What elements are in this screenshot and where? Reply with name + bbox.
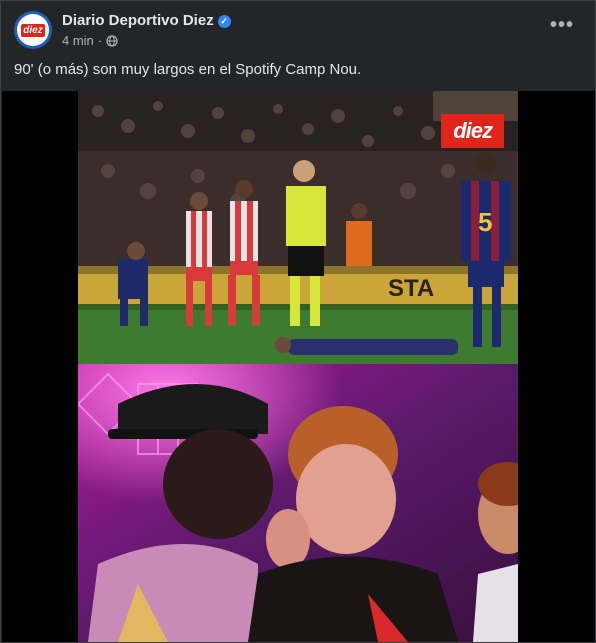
post-card: diez Diario Deportivo Diez ✓ 4 min · ••• … xyxy=(0,0,596,643)
match-photo: STA 5 diez xyxy=(78,91,518,364)
avatar-logo: diez xyxy=(21,23,45,37)
post-caption: 90' (o más) son muy largos en el Spotify… xyxy=(14,61,362,78)
post-timestamp[interactable]: 4 min xyxy=(62,33,94,49)
verified-badge-icon: ✓ xyxy=(217,14,231,28)
globe-icon[interactable] xyxy=(106,35,118,47)
meta-separator: · xyxy=(97,33,103,48)
diez-logo-badge: diez xyxy=(441,114,504,148)
more-options-icon[interactable]: ••• xyxy=(545,15,579,43)
svg-text:5: 5 xyxy=(478,207,492,237)
svg-text:STA: STA xyxy=(388,275,434,302)
page-name-link[interactable]: Diario Deportivo Diez ✓ xyxy=(62,12,231,30)
club-illustration xyxy=(78,364,518,642)
post-media[interactable]: STA 5 diez xyxy=(2,91,595,642)
club-photo xyxy=(78,364,518,642)
page-avatar[interactable]: diez xyxy=(14,11,52,49)
page-name-text: Diario Deportivo Diez xyxy=(62,12,214,29)
post-meta: 4 min · xyxy=(62,33,118,49)
